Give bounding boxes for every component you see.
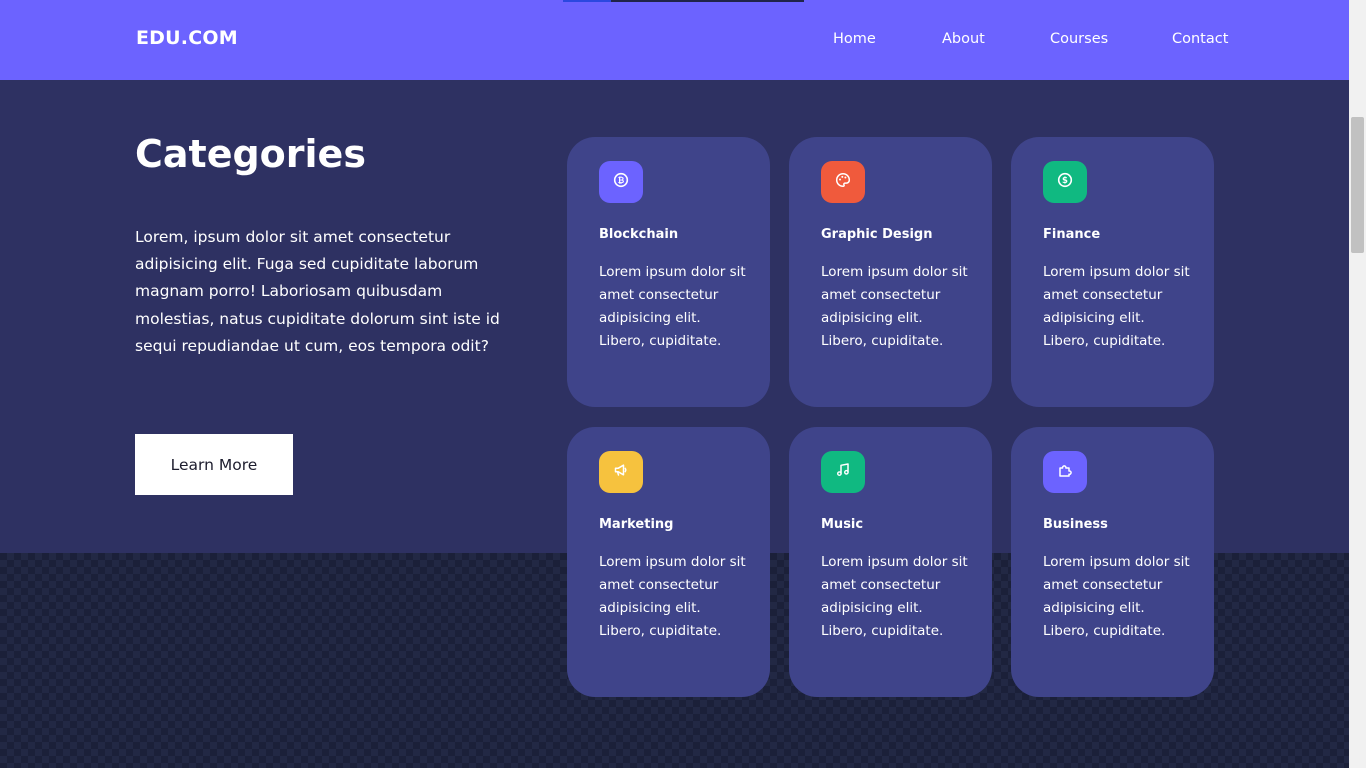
puzzle-icon	[1057, 462, 1073, 482]
card-icon-badge	[1043, 451, 1087, 493]
navbar: EDU.COM Home About Courses Contact	[0, 0, 1349, 80]
logo[interactable]: EDU.COM	[136, 27, 238, 49]
card-title: Music	[821, 517, 864, 532]
card-text: Lorem ipsum dolor sit amet consectetur a…	[1043, 554, 1190, 639]
top-dark-line	[611, 0, 804, 2]
card-text: Lorem ipsum dolor sit amet consectetur a…	[599, 264, 746, 349]
dollar-icon: $	[1057, 172, 1073, 192]
hero-description: Lorem, ipsum dolor sit amet consectetur …	[135, 228, 500, 355]
page-scrollbar[interactable]	[1349, 0, 1366, 768]
card-text: Lorem ipsum dolor sit amet consectetur a…	[599, 554, 746, 639]
card-icon-badge	[821, 161, 865, 203]
nav-link-courses[interactable]: Courses	[1050, 31, 1108, 47]
card-title: Finance	[1043, 227, 1101, 242]
card-text: Lorem ipsum dolor sit amet consectetur a…	[821, 264, 968, 349]
card-title: Business	[1043, 517, 1108, 532]
nav-link-about[interactable]: About	[942, 31, 985, 47]
category-card-marketing[interactable]: Marketing Lorem ipsum dolor sit amet con…	[567, 427, 770, 697]
nav-link-home[interactable]: Home	[833, 31, 876, 47]
category-card-business[interactable]: Business Lorem ipsum dolor sit amet cons…	[1011, 427, 1214, 697]
scrollbar-thumb[interactable]	[1351, 117, 1364, 253]
svg-text:₿: ₿	[618, 176, 625, 185]
card-text: Lorem ipsum dolor sit amet consectetur a…	[1043, 264, 1190, 349]
card-icon-badge: ₿	[599, 161, 643, 203]
card-icon-badge: $	[1043, 161, 1087, 203]
card-title: Blockchain	[599, 227, 679, 242]
card-text: Lorem ipsum dolor sit amet consectetur a…	[821, 554, 968, 639]
category-card-music[interactable]: Music Lorem ipsum dolor sit amet consect…	[789, 427, 992, 697]
card-title: Marketing	[599, 517, 674, 532]
svg-text:$: $	[1062, 176, 1068, 186]
category-card-finance[interactable]: $ Finance Lorem ipsum dolor sit amet con…	[1011, 137, 1214, 407]
megaphone-icon	[613, 462, 629, 482]
top-accent-line	[563, 0, 611, 2]
category-card-graphic-design[interactable]: Graphic Design Lorem ipsum dolor sit ame…	[789, 137, 992, 407]
bitcoin-icon: ₿	[613, 172, 629, 192]
music-note-icon	[835, 462, 851, 482]
palette-icon	[835, 172, 851, 192]
card-icon-badge	[821, 451, 865, 493]
card-title: Graphic Design	[821, 227, 933, 242]
card-icon-badge	[599, 451, 643, 493]
learn-more-button[interactable]: Learn More	[135, 434, 293, 495]
category-card-blockchain[interactable]: ₿ Blockchain Lorem ipsum dolor sit amet …	[567, 137, 770, 407]
page-title: Categories	[135, 132, 366, 176]
page: EDU.COM Home About Courses Contact Categ…	[0, 0, 1349, 768]
nav-link-contact[interactable]: Contact	[1172, 31, 1228, 47]
